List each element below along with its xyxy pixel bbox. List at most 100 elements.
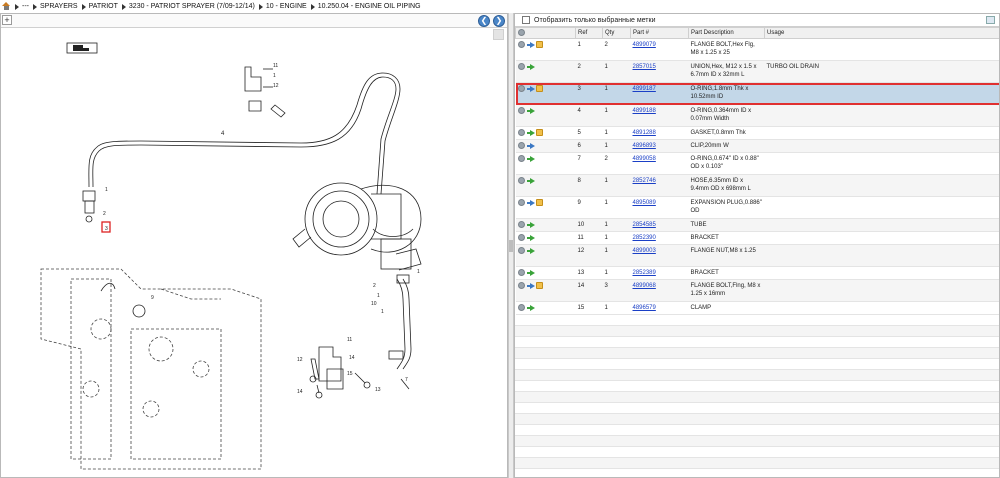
column-header-qty[interactable]: Qty xyxy=(602,27,631,39)
add-to-cart-icon[interactable] xyxy=(517,41,525,48)
add-to-cart-icon[interactable] xyxy=(517,177,525,185)
zoom-in-button[interactable]: + xyxy=(2,15,12,25)
add-to-cart-icon[interactable] xyxy=(517,282,525,290)
row-actions[interactable] xyxy=(515,231,576,246)
column-header-actions[interactable] xyxy=(515,27,576,39)
row-actions[interactable] xyxy=(515,174,576,198)
row-actions[interactable] xyxy=(515,104,576,127)
column-header-description[interactable]: Part Description xyxy=(688,27,765,39)
link-arrow-icon[interactable] xyxy=(525,269,535,276)
column-header-usage[interactable]: Usage xyxy=(764,27,999,39)
breadcrumb-item[interactable]: SPRAYERS xyxy=(33,3,78,10)
part-number-link-text[interactable]: 2854585 xyxy=(633,222,656,228)
part-number-link[interactable]: 2857015 xyxy=(630,60,689,83)
table-row[interactable]: 4 1 4899188 O-RING,0.364mm ID x 0.07mm Widt… xyxy=(515,104,999,127)
part-number-link-text[interactable]: 2852390 xyxy=(633,235,656,241)
link-arrow-icon[interactable] xyxy=(525,85,535,92)
link-arrow-icon[interactable] xyxy=(525,234,535,241)
row-actions[interactable] xyxy=(515,301,576,316)
link-arrow-icon[interactable] xyxy=(525,41,535,48)
link-arrow-icon[interactable] xyxy=(525,177,535,184)
part-number-link[interactable]: 4896893 xyxy=(630,139,689,154)
part-number-link[interactable]: 4899187 xyxy=(630,82,689,105)
table-row[interactable]: 1 2 4899079 FLANGE BOLT,Hex Flg, M8 x 1.25 … xyxy=(515,38,999,61)
part-number-link[interactable]: 2852389 xyxy=(630,266,689,281)
row-actions[interactable] xyxy=(515,279,576,303)
part-number-link-text[interactable]: 4899187 xyxy=(633,86,656,92)
part-number-link[interactable]: 4899003 xyxy=(630,244,689,268)
breadcrumb-item[interactable]: 10 - ENGINE xyxy=(258,3,307,10)
column-header-ref[interactable]: Ref xyxy=(575,27,603,39)
package-icon[interactable] xyxy=(535,282,543,290)
part-number-link-text[interactable]: 2857015 xyxy=(633,64,656,70)
part-number-link[interactable]: 4899068 xyxy=(630,279,689,303)
breadcrumb-item[interactable]: --- xyxy=(15,3,29,10)
row-actions[interactable] xyxy=(515,196,576,220)
part-number-link[interactable]: 4899079 xyxy=(630,38,689,61)
table-row[interactable]: 12 1 4899003 FLANGE NUT,M8 x 1.25 xyxy=(515,244,999,268)
add-to-cart-icon[interactable] xyxy=(517,269,525,277)
part-number-link[interactable]: 4895089 xyxy=(630,196,689,220)
row-actions[interactable] xyxy=(515,218,576,233)
link-arrow-icon[interactable] xyxy=(525,221,535,228)
add-to-cart-icon[interactable] xyxy=(517,304,525,312)
part-number-link[interactable]: 2852390 xyxy=(630,231,689,246)
table-row[interactable]: 11 1 2852390 BRACKET xyxy=(515,231,999,246)
part-number-link[interactable]: 2852746 xyxy=(630,174,689,198)
link-arrow-icon[interactable] xyxy=(525,142,535,149)
link-arrow-icon[interactable] xyxy=(525,129,535,136)
table-row[interactable]: 14 3 4899068 FLANGE BOLT,Flng, M8 x 1.25 x … xyxy=(515,279,999,303)
part-number-link-text[interactable]: 4899068 xyxy=(633,283,656,289)
breadcrumb-item[interactable]: 3230 - PATRIOT SPRAYER (7/09-12/14) xyxy=(121,3,255,10)
table-row[interactable]: 2 1 2857015 UNION,Hex, M12 x 1.5 x 6.7mm ID… xyxy=(515,60,999,83)
part-number-link-text[interactable]: 2852389 xyxy=(633,270,656,276)
link-arrow-icon[interactable] xyxy=(525,199,535,206)
settings-icon[interactable] xyxy=(518,29,525,37)
table-row[interactable]: 7 2 4899058 O-RING,0.674" ID x 0.88" OD x 0… xyxy=(515,152,999,176)
part-number-link[interactable]: 4891288 xyxy=(630,126,689,141)
part-number-link-text[interactable]: 4899058 xyxy=(633,156,656,162)
table-row[interactable]: 10 1 2854585 TUBE xyxy=(515,218,999,233)
table-row[interactable]: 13 1 2852389 BRACKET xyxy=(515,266,999,281)
forward-icon[interactable]: ❯ xyxy=(493,15,505,27)
link-arrow-icon[interactable] xyxy=(525,107,535,114)
link-arrow-icon[interactable] xyxy=(525,155,535,162)
row-actions[interactable] xyxy=(515,38,576,61)
row-actions[interactable] xyxy=(515,152,576,176)
column-header-part[interactable]: Part # xyxy=(630,27,689,39)
back-icon[interactable]: ❮ xyxy=(478,15,490,27)
row-actions[interactable] xyxy=(515,139,576,154)
part-number-link[interactable]: 2854585 xyxy=(630,218,689,233)
link-arrow-icon[interactable] xyxy=(525,282,535,289)
part-number-link-text[interactable]: 4891288 xyxy=(633,130,656,136)
add-to-cart-icon[interactable] xyxy=(517,247,525,255)
link-arrow-icon[interactable] xyxy=(525,63,535,70)
package-icon[interactable] xyxy=(535,41,543,48)
table-row[interactable]: 3 1 4899187 O-RING,1.8mm Thk x 10.52mm ID xyxy=(515,82,999,105)
table-row[interactable]: 15 1 4896579 CLAMP xyxy=(515,301,999,316)
row-actions[interactable] xyxy=(515,244,576,268)
add-to-cart-icon[interactable] xyxy=(517,129,525,136)
part-number-link[interactable]: 4896579 xyxy=(630,301,689,316)
table-row[interactable]: 6 1 4896893 CLIP,20mm W xyxy=(515,139,999,154)
part-number-link-text[interactable]: 4896579 xyxy=(633,305,656,311)
table-row[interactable]: 5 1 4891288 GASKET,0.8mm Thk xyxy=(515,126,999,141)
breadcrumb-item[interactable]: PATRIOT xyxy=(81,3,118,10)
show-selected-checkbox[interactable] xyxy=(522,16,530,24)
row-actions[interactable] xyxy=(515,126,576,141)
link-arrow-icon[interactable] xyxy=(525,247,535,254)
package-icon[interactable] xyxy=(535,199,543,207)
row-actions[interactable] xyxy=(515,266,576,281)
row-actions[interactable] xyxy=(515,60,576,83)
part-number-link-text[interactable]: 4899079 xyxy=(633,42,656,48)
part-number-link-text[interactable]: 4895089 xyxy=(633,200,656,206)
home-icon[interactable] xyxy=(2,2,11,11)
row-actions[interactable] xyxy=(515,82,576,105)
package-icon[interactable] xyxy=(535,85,543,92)
add-to-cart-icon[interactable] xyxy=(517,221,525,229)
add-to-cart-icon[interactable] xyxy=(517,234,525,242)
splitter-grip[interactable] xyxy=(509,240,513,252)
part-number-link[interactable]: 4899188 xyxy=(630,104,689,127)
breadcrumb-item[interactable]: 10.250.04 - ENGINE OIL PIPING xyxy=(310,3,421,10)
add-to-cart-icon[interactable] xyxy=(517,85,525,92)
